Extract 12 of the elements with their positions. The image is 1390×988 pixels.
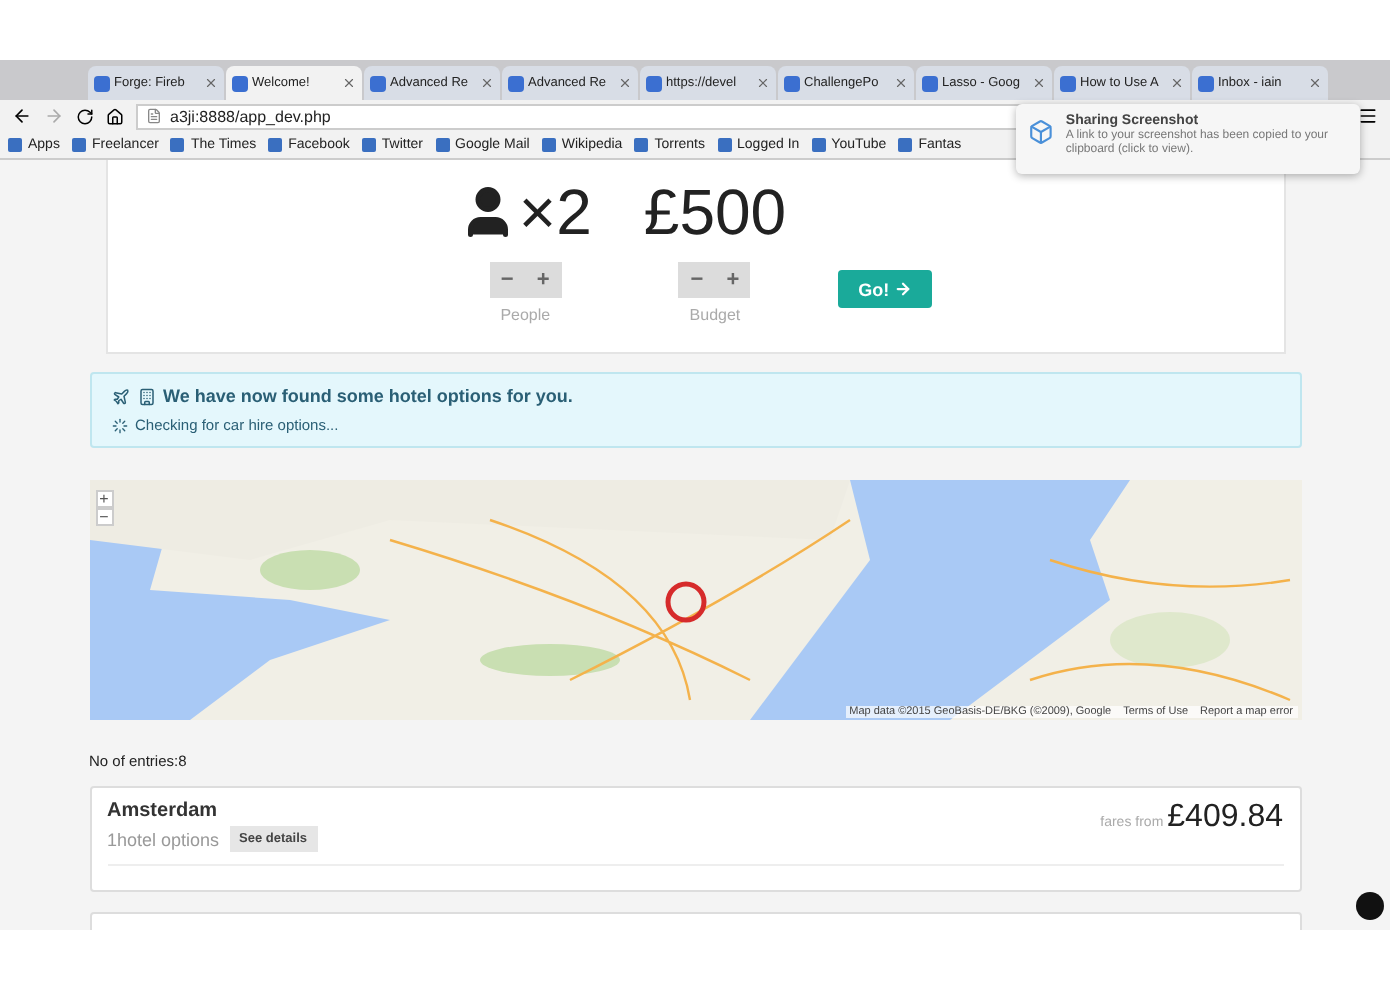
hotel-options: 1hotel options [107,829,220,849]
people-label: People [500,306,551,324]
decrease-button[interactable]: − [678,262,715,298]
people-count: ×2 [518,176,592,248]
price: £409.84 [1167,800,1283,836]
budget-amount: £500 [643,176,787,248]
budget-label: Budget [689,306,741,324]
city-name: Amsterdam [107,800,220,822]
decrease-button[interactable]: − [489,262,526,298]
increase-button[interactable]: + [714,262,751,298]
alert-title: We have now found some hotel options for you. [163,386,573,406]
increase-button[interactable]: + [525,262,562,298]
